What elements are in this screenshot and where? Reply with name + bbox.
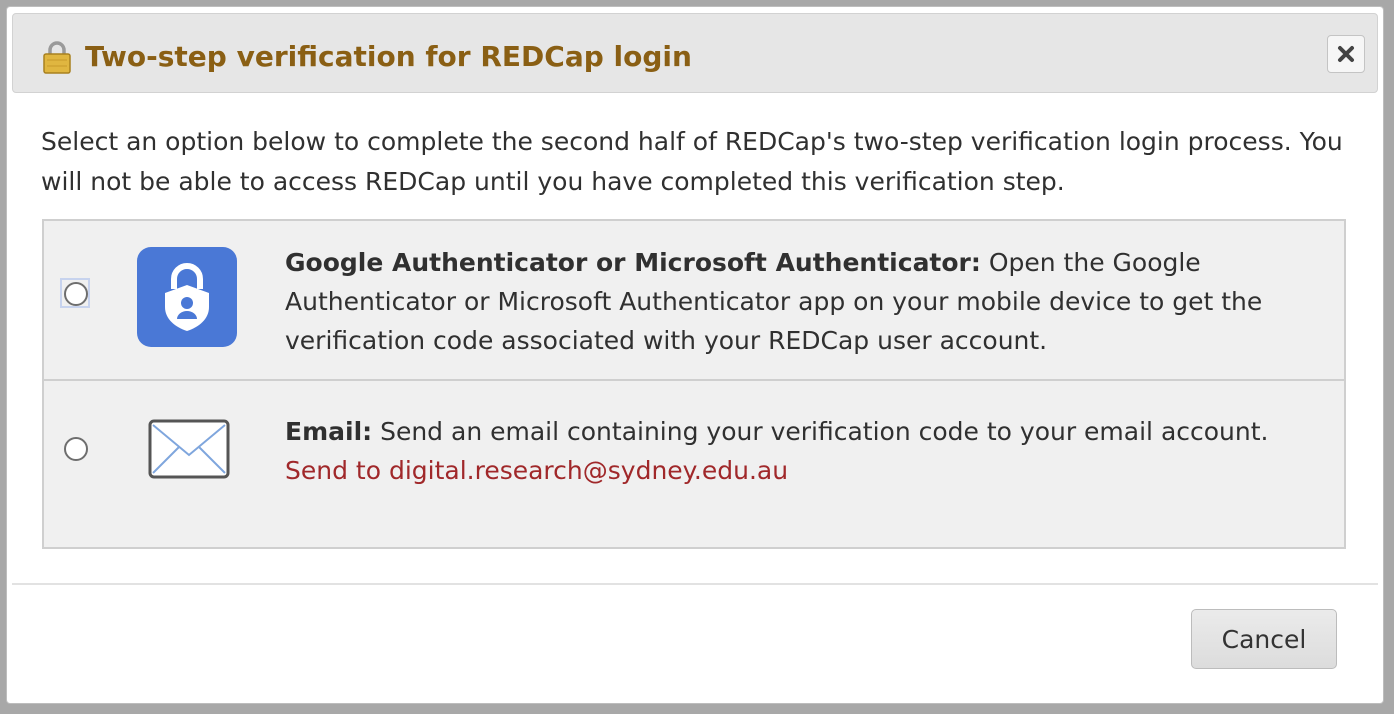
email-radio[interactable]: [64, 437, 88, 461]
dialog-title: Two-step verification for REDCap login: [85, 40, 692, 73]
authenticator-radio[interactable]: [64, 282, 88, 306]
lock-icon: [42, 40, 72, 74]
option-email[interactable]: Email: Send an email containing your ver…: [44, 381, 1344, 547]
option-authenticator[interactable]: Google Authenticator or Microsoft Authen…: [44, 221, 1344, 381]
footer-divider: [12, 583, 1378, 585]
email-send-to: Send to digital.research@sydney.edu.au: [285, 456, 789, 485]
cancel-button[interactable]: Cancel: [1191, 609, 1337, 669]
email-option-text: Email: Send an email containing your ver…: [285, 412, 1285, 490]
dialog-titlebar: Two-step verification for REDCap login: [12, 13, 1378, 93]
intro-text: Select an option below to complete the s…: [41, 127, 1343, 196]
authenticator-app-icon: [137, 247, 237, 347]
close-button[interactable]: [1327, 35, 1365, 73]
verification-options: Google Authenticator or Microsoft Authen…: [42, 219, 1346, 549]
authenticator-label: Google Authenticator or Microsoft Authen…: [285, 248, 981, 277]
email-envelope-icon: [148, 419, 230, 479]
email-description: Send an email containing your verificati…: [372, 417, 1269, 446]
email-label: Email:: [285, 417, 373, 446]
authenticator-option-text: Google Authenticator or Microsoft Authen…: [285, 243, 1285, 360]
two-step-verification-dialog: Two-step verification for REDCap login S…: [6, 6, 1384, 704]
